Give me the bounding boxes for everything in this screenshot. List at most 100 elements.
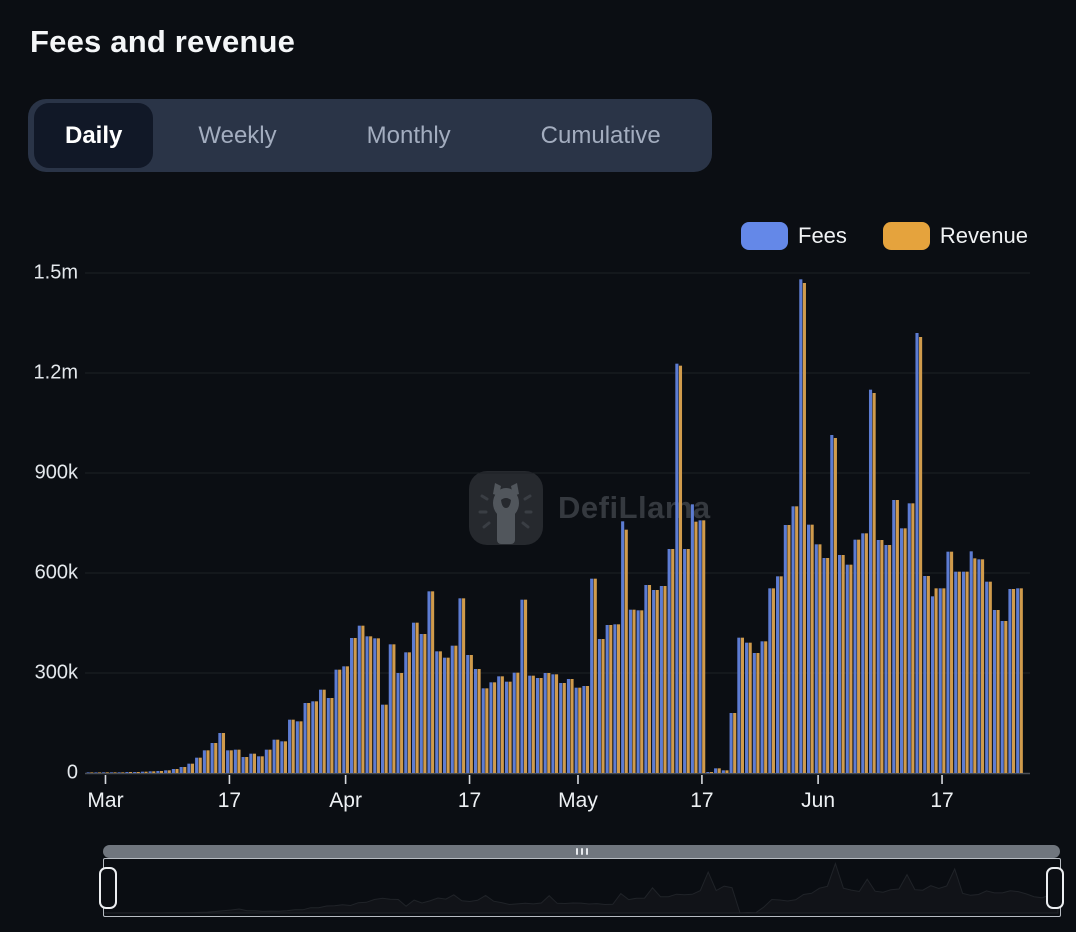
- fees-bar[interactable]: [304, 703, 307, 773]
- revenue-bar[interactable]: [911, 503, 914, 773]
- revenue-bar[interactable]: [609, 625, 612, 773]
- revenue-bar[interactable]: [880, 540, 883, 773]
- revenue-bar[interactable]: [710, 772, 713, 773]
- fees-bar[interactable]: [87, 772, 90, 773]
- fees-bar[interactable]: [443, 658, 446, 773]
- fees-bar[interactable]: [288, 720, 291, 773]
- revenue-bar[interactable]: [702, 520, 705, 773]
- revenue-bar[interactable]: [485, 688, 488, 773]
- fees-bar[interactable]: [249, 754, 252, 773]
- revenue-bar[interactable]: [284, 741, 287, 773]
- revenue-bar[interactable]: [129, 772, 132, 773]
- revenue-bar[interactable]: [570, 679, 573, 773]
- fees-bar[interactable]: [993, 610, 996, 773]
- revenue-bar[interactable]: [524, 600, 527, 773]
- revenue-bar[interactable]: [555, 674, 558, 773]
- fees-bar[interactable]: [342, 666, 345, 773]
- revenue-bar[interactable]: [997, 610, 1000, 773]
- revenue-bar[interactable]: [679, 366, 682, 773]
- fees-bar[interactable]: [784, 525, 787, 773]
- revenue-bar[interactable]: [501, 676, 504, 773]
- revenue-bar[interactable]: [214, 743, 217, 773]
- fees-bar[interactable]: [102, 772, 105, 773]
- fees-bar[interactable]: [629, 610, 632, 773]
- fees-bar[interactable]: [420, 634, 423, 773]
- fees-bar[interactable]: [884, 545, 887, 773]
- revenue-bar[interactable]: [1020, 588, 1023, 773]
- bars-layer[interactable]: [87, 279, 1023, 773]
- revenue-bar[interactable]: [694, 522, 697, 773]
- fees-bar[interactable]: [830, 435, 833, 773]
- fees-bar[interactable]: [706, 772, 709, 773]
- revenue-bar[interactable]: [927, 576, 930, 773]
- datazoom-window[interactable]: [103, 858, 1061, 917]
- revenue-bar[interactable]: [749, 643, 752, 773]
- fees-bar[interactable]: [435, 651, 438, 773]
- fees-bar[interactable]: [350, 638, 353, 773]
- revenue-bar[interactable]: [230, 750, 233, 773]
- fees-bar[interactable]: [683, 549, 686, 773]
- revenue-bar[interactable]: [896, 500, 899, 773]
- fees-bar[interactable]: [823, 558, 826, 773]
- revenue-bar[interactable]: [942, 588, 945, 773]
- revenue-bar[interactable]: [222, 733, 225, 773]
- revenue-bar[interactable]: [733, 713, 736, 773]
- fees-bar[interactable]: [892, 500, 895, 773]
- revenue-bar[interactable]: [276, 740, 279, 773]
- revenue-bar[interactable]: [408, 652, 411, 773]
- revenue-bar[interactable]: [803, 283, 806, 773]
- revenue-bar[interactable]: [989, 582, 992, 773]
- revenue-bar[interactable]: [958, 572, 961, 773]
- revenue-bar[interactable]: [431, 591, 434, 773]
- revenue-bar[interactable]: [175, 769, 178, 773]
- fees-bar[interactable]: [613, 624, 616, 773]
- revenue-bar[interactable]: [648, 585, 651, 773]
- fees-bar[interactable]: [699, 520, 702, 773]
- fees-bar[interactable]: [861, 533, 864, 773]
- revenue-bar[interactable]: [780, 576, 783, 773]
- fees-bar[interactable]: [954, 572, 957, 773]
- revenue-bar[interactable]: [656, 590, 659, 773]
- fees-bar[interactable]: [404, 652, 407, 773]
- fees-bar[interactable]: [768, 588, 771, 773]
- fees-bar[interactable]: [838, 555, 841, 773]
- revenue-bar[interactable]: [563, 683, 566, 773]
- fees-bar[interactable]: [939, 588, 942, 773]
- fees-bar[interactable]: [273, 740, 276, 773]
- revenue-bar[interactable]: [857, 540, 860, 773]
- fees-bar[interactable]: [164, 770, 167, 773]
- revenue-bar[interactable]: [764, 641, 767, 773]
- fees-bar[interactable]: [714, 768, 717, 773]
- fees-bar[interactable]: [257, 756, 260, 773]
- revenue-bar[interactable]: [687, 549, 690, 773]
- fees-bar[interactable]: [335, 670, 338, 773]
- revenue-bar[interactable]: [547, 673, 550, 773]
- fees-bar[interactable]: [211, 743, 214, 773]
- fees-bar[interactable]: [675, 364, 678, 773]
- fees-bar[interactable]: [180, 767, 183, 773]
- revenue-bar[interactable]: [299, 721, 302, 773]
- fees-bar[interactable]: [187, 764, 190, 773]
- fees-bar[interactable]: [567, 679, 570, 773]
- fees-bar[interactable]: [644, 585, 647, 773]
- revenue-bar[interactable]: [416, 623, 419, 773]
- revenue-bar[interactable]: [385, 705, 388, 773]
- fees-bar[interactable]: [234, 750, 237, 773]
- revenue-bar[interactable]: [447, 658, 450, 773]
- fees-bar[interactable]: [203, 750, 206, 773]
- fees-bar[interactable]: [125, 772, 128, 773]
- revenue-bar[interactable]: [206, 750, 209, 773]
- revenue-bar[interactable]: [361, 626, 364, 773]
- revenue-bar[interactable]: [725, 770, 728, 773]
- revenue-bar[interactable]: [160, 771, 163, 773]
- fees-bar[interactable]: [761, 641, 764, 773]
- fees-revenue-bar-chart[interactable]: [0, 0, 1076, 840]
- revenue-bar[interactable]: [423, 634, 426, 773]
- revenue-bar[interactable]: [470, 655, 473, 773]
- fees-bar[interactable]: [141, 772, 144, 773]
- fees-bar[interactable]: [908, 503, 911, 773]
- revenue-bar[interactable]: [873, 393, 876, 773]
- fees-bar[interactable]: [985, 582, 988, 773]
- revenue-bar[interactable]: [919, 337, 922, 773]
- revenue-bar[interactable]: [811, 525, 814, 773]
